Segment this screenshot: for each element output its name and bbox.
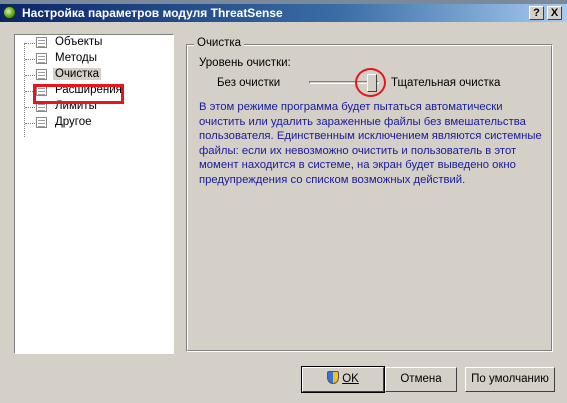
title-bar: Настройка параметров модуля ThreatSense … [0, 4, 567, 22]
document-icon [36, 101, 47, 112]
group-title: Очистка [194, 37, 245, 49]
tree-item-label: Очистка [53, 68, 102, 80]
document-icon [36, 37, 47, 48]
tree-item-objects[interactable]: Объекты [15, 35, 165, 51]
cleaning-level-label: Уровень очистки: [199, 57, 291, 69]
tree-item-cleaning[interactable]: Очистка [15, 67, 165, 83]
help-button[interactable]: ? [529, 6, 544, 20]
default-button[interactable]: По умолчанию [465, 367, 555, 392]
ok-button-label: OK [342, 373, 359, 385]
dialog-body: Объекты Методы Очистка Расширения Лимиты… [0, 22, 567, 403]
uac-shield-icon [327, 371, 340, 384]
tree-item-other[interactable]: Другое [15, 115, 165, 131]
slider-max-label: Тщательная очистка [391, 77, 501, 89]
ok-button[interactable]: OK [301, 366, 385, 393]
tree-item-label: Лимиты [55, 100, 97, 112]
tree-item-label: Методы [55, 52, 97, 64]
document-icon [36, 117, 47, 128]
document-icon [36, 85, 47, 96]
close-button[interactable]: X [547, 6, 562, 20]
tree-item-label: Другое [55, 116, 92, 128]
tree-item-label: Объекты [55, 36, 103, 48]
cancel-button[interactable]: Отмена [385, 367, 457, 392]
settings-tree[interactable]: Объекты Методы Очистка Расширения Лимиты… [14, 34, 174, 354]
mode-description: В этом режиме программа будет пытаться а… [199, 101, 542, 186]
window-title: Настройка параметров модуля ThreatSense [22, 6, 283, 20]
eset-logo-icon [3, 6, 16, 19]
slider-thumb[interactable] [367, 74, 377, 92]
tree-item-limits[interactable]: Лимиты [15, 99, 165, 115]
document-icon [36, 69, 47, 80]
tree-item-methods[interactable]: Методы [15, 51, 165, 67]
document-icon [36, 53, 47, 64]
slider-min-label: Без очистки [217, 77, 281, 89]
tree-item-label: Расширения [55, 84, 122, 96]
tree-item-extensions[interactable]: Расширения [15, 83, 165, 99]
